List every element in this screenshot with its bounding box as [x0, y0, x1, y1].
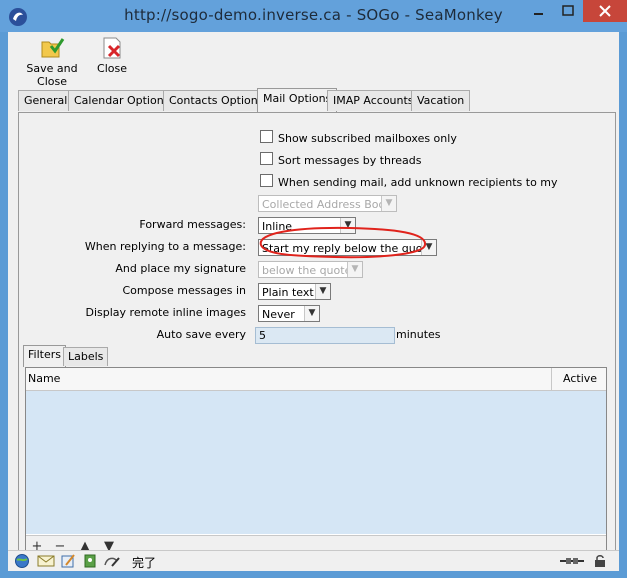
close-button[interactable]: Close: [92, 36, 132, 75]
save-and-close-button[interactable]: Save and Close: [12, 36, 92, 88]
maximize-icon: [562, 5, 574, 16]
column-active[interactable]: Active: [563, 372, 597, 385]
tab-calendar-options[interactable]: Calendar Options: [68, 90, 176, 111]
column-name[interactable]: Name: [28, 372, 60, 385]
close-label: Close: [97, 62, 127, 75]
mail-icon[interactable]: [36, 553, 56, 569]
add-unknown-recipients-label: When sending mail, add unknown recipient…: [278, 176, 558, 189]
globe-icon[interactable]: [14, 553, 30, 569]
chevron-down-icon: ▼: [381, 196, 396, 211]
show-subscribed-label: Show subscribed mailboxes only: [278, 132, 457, 145]
signature-position-label: And place my signature: [115, 262, 246, 275]
online-status-icon[interactable]: [558, 553, 586, 569]
tab-labels[interactable]: Labels: [63, 347, 109, 366]
add-unknown-recipients-checkbox[interactable]: [260, 174, 273, 187]
lock-icon: [595, 555, 605, 567]
maximize-button[interactable]: [553, 0, 583, 22]
filters-table-header: Name Active: [26, 368, 606, 391]
signature-position-select[interactable]: below the quote ▼: [258, 261, 363, 278]
filters-table-body[interactable]: [26, 391, 606, 534]
address-book-value: Collected Address Book: [262, 198, 392, 211]
auto-save-unit: minutes: [396, 328, 441, 341]
signature-position-value: below the quote: [262, 264, 352, 277]
composer-icon[interactable]: [60, 553, 76, 569]
compose-format-label: Compose messages in: [122, 284, 246, 297]
mail-options-panel: Show subscribed mailboxes only Sort mess…: [18, 112, 616, 564]
minimize-icon: [534, 13, 543, 15]
tab-imap-accounts[interactable]: IMAP Accounts: [327, 90, 420, 111]
status-text: 完了: [132, 556, 157, 570]
window-close-button[interactable]: [583, 0, 627, 22]
sort-by-threads-label: Sort messages by threads: [278, 154, 422, 167]
close-document-icon: [103, 37, 121, 59]
red-circle-annotation: [259, 226, 426, 259]
column-divider: [551, 368, 552, 390]
close-icon: [599, 5, 611, 17]
sort-by-threads-checkbox[interactable]: [260, 152, 273, 165]
compose-format-value: Plain text: [262, 286, 314, 299]
tab-vacation[interactable]: Vacation: [411, 90, 471, 111]
address-book-icon[interactable]: [82, 553, 98, 569]
compose-format-select[interactable]: Plain text ▼: [258, 283, 331, 300]
filters-table: Name Active + − ▲ ▼: [25, 367, 607, 559]
reply-position-label: When replying to a message:: [84, 240, 246, 253]
remote-images-value: Never: [262, 308, 295, 321]
address-book-select[interactable]: Collected Address Book ▼: [258, 195, 397, 212]
tab-general[interactable]: General: [18, 90, 74, 111]
remote-images-select[interactable]: Never ▼: [258, 305, 320, 322]
auto-save-input[interactable]: 5: [255, 327, 395, 344]
chevron-down-icon: ▼: [304, 306, 319, 321]
title-bar: http://sogo-demo.inverse.ca - SOGo - Sea…: [0, 0, 627, 32]
tab-contacts-options[interactable]: Contacts Options: [163, 90, 270, 111]
show-subscribed-checkbox[interactable]: [260, 130, 273, 143]
status-bar: 完了: [8, 550, 619, 571]
browser-window: http://sogo-demo.inverse.ca - SOGo - Sea…: [0, 0, 627, 578]
auto-save-label: Auto save every: [156, 328, 246, 341]
editor-icon[interactable]: [102, 553, 122, 569]
tab-filters[interactable]: Filters: [23, 345, 66, 367]
save-and-close-label: Save and Close: [26, 62, 78, 88]
save-folder-icon: [41, 38, 65, 58]
remote-images-label: Display remote inline images: [85, 306, 246, 319]
minimize-button[interactable]: [523, 0, 553, 22]
tab-mail-options[interactable]: Mail Options: [257, 88, 338, 112]
chevron-down-icon: ▼: [315, 284, 330, 299]
chevron-down-icon: ▼: [347, 262, 362, 277]
preferences-dialog: Save and Close Close General Calendar Op…: [8, 32, 619, 571]
toolbar: Save and Close Close: [8, 32, 619, 88]
forward-messages-label: Forward messages:: [139, 218, 246, 231]
